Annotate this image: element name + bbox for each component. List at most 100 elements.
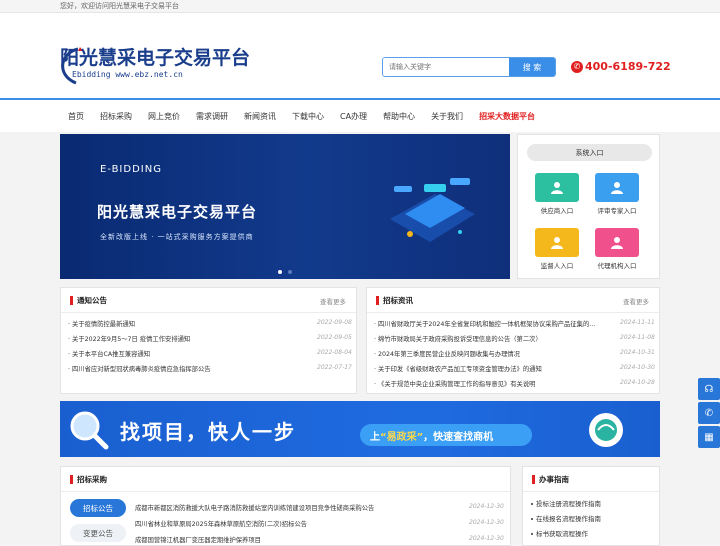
logo-subtitle: Ebidding www.ebz.net.cn <box>72 70 183 79</box>
tender-title-text: 招标采购 <box>77 475 107 484</box>
notice-title-text: 通知公告 <box>77 296 107 305</box>
news-date: 2024-11-11 <box>620 319 655 326</box>
search-button[interactable]: 搜 索 <box>509 58 555 76</box>
user-icon <box>551 181 563 194</box>
tender-row[interactable]: 成都市新都区消防救援大队电子路消防救援站室内训练馆建设项目竞争性磋商采购公告 <box>135 503 374 512</box>
news-date: 2024-11-08 <box>620 334 655 341</box>
system-entry-panel: 系统入口 供应商入口 评审专家入口 监督人入口 代理机构入口 <box>517 134 660 279</box>
logo-title: 阳光慧采电子交易平台 <box>60 47 251 69</box>
welcome-text: 您好，欢迎访问阳光慧采电子交易平台 <box>60 2 179 10</box>
tender-date: 2024-12-30 <box>469 519 504 526</box>
notice-date: 2022-07-17 <box>317 364 352 371</box>
news-panel: 招标资讯 查看更多 · 四川省财政厅关于2024年全省复印机和触控一体机框架协议… <box>366 287 660 394</box>
promo-headline: 找项目，快人一步 <box>120 420 296 444</box>
top-bar: 您好，欢迎访问阳光慧采电子交易平台 <box>0 0 720 13</box>
headset-icon[interactable]: ☊ <box>698 378 720 400</box>
news-item[interactable]: · 关于印发《省级财政农产品加工专项资金管理办法》的通知 <box>374 364 542 373</box>
divider <box>61 312 356 313</box>
qrcode-icon[interactable]: ▦ <box>698 426 720 448</box>
guide-panel: 办事指南 投标注册流程操作指南 在线报名流程操作指南 标书获取流程操作 <box>522 466 660 546</box>
news-more-link[interactable]: 查看更多 <box>623 296 649 306</box>
expert-icon <box>611 181 623 194</box>
supervisor-entry-button[interactable] <box>535 228 579 257</box>
nav-bigdata[interactable]: 招采大数据平台 <box>471 111 543 122</box>
magnifier-icon <box>70 411 109 450</box>
guide-item[interactable]: 在线报名流程操作指南 <box>531 513 601 523</box>
news-date: 2024-10-31 <box>620 349 655 356</box>
news-item[interactable]: · 《关于规范中央企业采购管理工作的指导意见》有关说明 <box>374 379 535 388</box>
notice-title: 通知公告 <box>70 295 107 306</box>
nav-news[interactable]: 新闻资讯 <box>236 111 284 122</box>
divider <box>61 491 510 492</box>
tender-date: 2024-12-30 <box>469 535 504 542</box>
carousel-dot[interactable] <box>288 270 292 274</box>
phone-illustration-icon <box>390 178 475 242</box>
guide-title-text: 办事指南 <box>539 475 569 484</box>
banner-title: 阳光慧采电子交易平台 <box>97 203 258 221</box>
agency-entry-button[interactable] <box>595 228 639 257</box>
phone-icon: ✆ <box>571 60 583 73</box>
nav-download[interactable]: 下载中心 <box>284 111 332 122</box>
notice-more-link[interactable]: 查看更多 <box>320 296 346 306</box>
divider <box>523 491 659 492</box>
guide-item[interactable]: 投标注册流程操作指南 <box>531 498 601 508</box>
news-date: 2024-10-30 <box>620 364 655 371</box>
promo-banner[interactable]: 找项目，快人一步 上“易政采”，快速查找商机 <box>60 401 660 457</box>
news-item[interactable]: · 绵竹市财政局关于政府采购投诉受理信息的公告（第二次） <box>374 334 542 343</box>
nav-help[interactable]: 帮助中心 <box>375 111 423 122</box>
title-accent <box>532 475 535 484</box>
phone-icon[interactable]: ✆ <box>698 402 720 424</box>
news-title: 招标资讯 <box>376 295 413 306</box>
news-item[interactable]: · 2024年第三季度民营企业反映问题收集与办理情况 <box>374 349 520 358</box>
hotline-number: 400-6189-722 <box>585 60 671 73</box>
nav-bidding[interactable]: 网上竞价 <box>140 111 188 122</box>
agency-icon <box>611 236 623 249</box>
news-title-text: 招标资讯 <box>383 296 413 305</box>
notice-date: 2022-09-08 <box>317 319 352 326</box>
nav-about[interactable]: 关于我们 <box>423 111 471 122</box>
system-entry-title: 系统入口 <box>527 144 652 161</box>
nav-ca[interactable]: CA办理 <box>332 111 375 122</box>
search-input[interactable] <box>383 58 509 76</box>
notice-item[interactable]: · 关于2022年9月5～7日 疫情工作安排通知 <box>68 334 190 343</box>
promo-slogan: 上“易政采”，快速查找商机 <box>370 432 494 443</box>
title-accent <box>70 296 73 305</box>
title-accent <box>376 296 379 305</box>
divider <box>367 312 659 313</box>
notice-item[interactable]: · 关于本平台CA推互兼容通知 <box>68 349 150 358</box>
tab-change-notice[interactable]: 变更公告 <box>70 524 126 542</box>
tender-date: 2024-12-30 <box>469 503 504 510</box>
supplier-entry-label: 供应商入口 <box>540 207 574 215</box>
notice-date: 2022-09-05 <box>317 334 352 341</box>
tender-row[interactable]: 四川省林业和草原局2025年森林草原航空消防(二次)招标公告 <box>135 519 307 528</box>
guide-item[interactable]: 标书获取流程操作 <box>531 528 588 538</box>
guide-title: 办事指南 <box>532 474 569 485</box>
expert-entry-label: 评审专家入口 <box>597 207 637 215</box>
hotline: ✆ 400-6189-722 <box>571 60 671 73</box>
main-nav: 首页 招标采购 网上竞价 需求调研 新闻资讯 下载中心 CA办理 帮助中心 关于… <box>0 100 720 132</box>
nav-tender[interactable]: 招标采购 <box>92 111 140 122</box>
title-accent <box>70 475 73 484</box>
tender-panel: 招标采购 招标公告 变更公告 成都市新都区消防救援大队电子路消防救援站室内训练馆… <box>60 466 511 546</box>
supplier-entry-button[interactable] <box>535 173 579 202</box>
agency-entry-label: 代理机构入口 <box>597 262 637 270</box>
notice-panel: 通知公告 查看更多 · 关于疫情防控最新通知 2022-09-08 · 关于20… <box>60 287 357 394</box>
supervisor-icon <box>551 236 563 249</box>
hero-banner[interactable]: E-BIDDING 阳光慧采电子交易平台 全新改版上线 · 一站式采购服务方案提… <box>60 134 510 279</box>
carousel-dot-active[interactable] <box>278 270 282 274</box>
notice-date: 2022-08-04 <box>317 349 352 356</box>
news-item[interactable]: · 四川省财政厅关于2024年全省复印机和触控一体机框架协议采购产品征集的... <box>374 319 618 328</box>
notice-item[interactable]: · 关于疫情防控最新通知 <box>68 319 135 328</box>
news-date: 2024-10-28 <box>620 379 655 386</box>
banner-eyebrow: E-BIDDING <box>100 164 162 175</box>
supervisor-entry-label: 监督人入口 <box>540 262 574 270</box>
site-logo[interactable]: 阳光慧采电子交易平台 Ebidding www.ebz.net.cn <box>60 43 250 88</box>
expert-entry-button[interactable] <box>595 173 639 202</box>
nav-survey[interactable]: 需求调研 <box>188 111 236 122</box>
tab-tender-notice[interactable]: 招标公告 <box>70 499 126 517</box>
nav-home[interactable]: 首页 <box>60 111 92 122</box>
tender-title: 招标采购 <box>70 474 107 485</box>
banner-subtitle: 全新改版上线 · 一站式采购服务方案提供商 <box>100 233 254 241</box>
notice-item[interactable]: · 四川省应对新型冠状病毒肺炎疫情应急指挥部公告 <box>68 364 211 373</box>
search-box: 搜 索 <box>382 57 556 77</box>
